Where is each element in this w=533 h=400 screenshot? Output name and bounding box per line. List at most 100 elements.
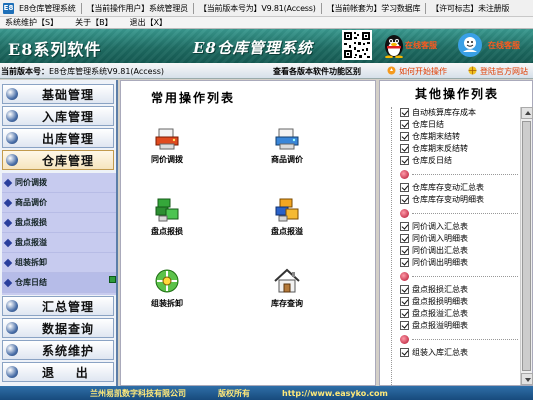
nav-outbound-management[interactable]: 出库管理	[2, 128, 114, 148]
nav-inbound-management[interactable]: 入库管理	[2, 106, 114, 126]
sidebar: 基础管理 入库管理 出库管理 仓库管理 同价调拨 商品调价 盘点报损 盘点报溢 …	[0, 80, 118, 386]
app-icon: E8	[3, 2, 14, 14]
tree-item[interactable]: 仓库反日结	[386, 155, 518, 165]
nav-orb-icon	[6, 88, 18, 100]
group-line	[412, 275, 518, 277]
nav-data-query[interactable]: 数据查询	[2, 318, 114, 338]
tree-item[interactable]: 盘点报损明细表	[386, 296, 518, 306]
submenu-inventory-surplus[interactable]: 盘点报溢	[2, 233, 116, 253]
group-line	[412, 338, 518, 340]
tree-item[interactable]: 仓库库存变动明细表	[386, 194, 518, 204]
checked-doc-icon	[400, 347, 409, 357]
op-assembly[interactable]: 组装拆卸	[135, 267, 199, 311]
tree-item[interactable]: 盘点报溢汇总表	[386, 308, 518, 318]
official-site-label: 登陆官方网站	[480, 67, 528, 76]
op-label: 盘点报溢	[271, 227, 303, 236]
qr-code-icon	[342, 30, 372, 60]
nav-orb-icon	[6, 300, 18, 312]
tree-item[interactable]: 同价调出明细表	[386, 257, 518, 267]
nav-summary-management[interactable]: 汇总管理	[2, 296, 114, 316]
nav-system-maintenance[interactable]: 系统维护	[2, 340, 114, 360]
nav-label: 基础管理	[42, 87, 95, 102]
bullet-icon	[3, 198, 13, 207]
tree-item[interactable]: 同价调出汇总表	[386, 245, 518, 255]
view-version-diff-link[interactable]: 查看各版本软件功能区别	[273, 66, 361, 77]
hand-pointer-icon	[387, 66, 396, 75]
bullet-icon	[3, 278, 13, 287]
checked-doc-icon	[400, 194, 409, 204]
nav-label: 出库管理	[42, 131, 95, 146]
scroll-up-arrow-icon[interactable]	[521, 107, 533, 119]
menu-about[interactable]: 关于【B】	[75, 17, 113, 28]
tree-item-label: 仓库库存变动汇总表	[412, 182, 484, 192]
how-to-start-link[interactable]: 如何开始操作	[387, 66, 447, 77]
tree-group-separator	[386, 334, 518, 344]
submenu-same-price-transfer[interactable]: 同价调拨	[2, 173, 116, 193]
transfer-icon	[155, 128, 179, 150]
tree-item[interactable]: 盘点报损汇总表	[386, 284, 518, 294]
op-inventory-loss[interactable]: 盘点报损	[135, 197, 199, 241]
scroll-down-arrow-icon[interactable]	[521, 373, 533, 385]
tree-item-label: 盘点报溢汇总表	[412, 308, 468, 318]
menu-system-maintenance[interactable]: 系统维护【S】	[5, 17, 58, 28]
submenu-label: 盘点报溢	[15, 238, 47, 247]
tree-item[interactable]: 自动核算库存成本	[386, 107, 518, 117]
scroll-thumb[interactable]	[522, 121, 531, 371]
submenu-inventory-loss[interactable]: 盘点报损	[2, 213, 116, 233]
tree-item[interactable]: 同价调入明细表	[386, 233, 518, 243]
nav-warehouse-management[interactable]: 仓库管理	[2, 150, 114, 170]
op-inventory-surplus[interactable]: 盘点报溢	[255, 197, 319, 241]
nav-exit[interactable]: 退 出	[2, 362, 114, 382]
op-label: 同价调拨	[151, 155, 183, 164]
tree-group-separator	[386, 208, 518, 218]
tree-item[interactable]: 组装入库汇总表	[386, 347, 518, 357]
tree-scrollbar[interactable]	[520, 107, 533, 385]
price-adjust-icon	[275, 128, 299, 150]
footer: 兰州易凯数字科技有限公司 版权所有 http://www.easyko.com	[0, 386, 533, 400]
tree-item-label: 同价调出汇总表	[412, 245, 468, 255]
common-operations-title: 常用操作列表	[151, 91, 236, 105]
globe-icon	[468, 66, 477, 75]
checked-doc-icon	[400, 320, 409, 330]
qq-penguin-icon[interactable]	[382, 32, 406, 58]
footer-site-link[interactable]: http://www.easyko.com	[282, 389, 388, 398]
tree-item[interactable]: 仓库期末反结转	[386, 143, 518, 153]
common-operations-panel: 常用操作列表 同价调拨 商品调价 盘点报损 盘点报溢 组装拆卸 库存查询	[120, 80, 376, 386]
op-price-adjust[interactable]: 商品调价	[255, 127, 319, 171]
nav-basic-management[interactable]: 基础管理	[2, 84, 114, 104]
qq-service-label[interactable]: 在线客服	[405, 40, 437, 51]
version-value: E8仓库管理系统V9.81(Access)	[49, 67, 165, 76]
submenu-assembly[interactable]: 组装拆卸	[2, 253, 116, 273]
version-label: 当前版本号：	[1, 67, 49, 76]
tree-item-label: 组装入库汇总表	[412, 347, 468, 357]
tree-item-label: 盘点报损汇总表	[412, 284, 468, 294]
tree-item[interactable]: 同价调入汇总表	[386, 221, 518, 231]
other-operations-tree: 自动核算库存成本 仓库日结 仓库期末结转 仓库期末反结转 仓库反日结 仓库库存变…	[386, 107, 518, 387]
menu-exit[interactable]: 退出【X】	[130, 17, 167, 28]
submenu-label: 商品调价	[15, 198, 47, 207]
tree-item[interactable]: 仓库库存变动汇总表	[386, 182, 518, 192]
customer-service-icon[interactable]	[457, 32, 483, 58]
version-info: 当前版本号：E8仓库管理系统V9.81(Access)	[1, 66, 164, 77]
nav-orb-icon	[6, 322, 18, 334]
op-same-price-transfer[interactable]: 同价调拨	[135, 127, 199, 171]
checked-doc-icon	[400, 182, 409, 192]
nav-label: 数据查询	[42, 321, 95, 336]
window-title: E8仓库管理系统	[19, 3, 76, 13]
official-site-link[interactable]: 登陆官方网站	[468, 66, 528, 77]
tree-item[interactable]: 仓库日结	[386, 119, 518, 129]
op-inventory-query[interactable]: 库存查询	[255, 267, 319, 311]
how-to-start-label: 如何开始操作	[399, 67, 447, 76]
tree-item[interactable]: 仓库期末结转	[386, 131, 518, 141]
tree-item-label: 盘点报损明细表	[412, 296, 468, 306]
submenu-daily-close[interactable]: 仓库日结	[2, 273, 116, 293]
inventory-surplus-icon	[275, 198, 299, 222]
tree-item[interactable]: 盘点报溢明细表	[386, 320, 518, 330]
current-version: 【当前版本号为】V9.81(Access)	[198, 3, 316, 13]
submenu-label: 仓库日结	[15, 278, 47, 287]
bullet-icon	[3, 238, 13, 247]
other-operations-panel: 其他操作列表 自动核算库存成本 仓库日结 仓库期末结转 仓库期末反结转 仓库反日…	[379, 80, 533, 387]
online-service-label[interactable]: 在线客服	[488, 40, 520, 51]
expand-marker-icon[interactable]	[109, 276, 116, 283]
submenu-price-adjust[interactable]: 商品调价	[2, 193, 116, 213]
